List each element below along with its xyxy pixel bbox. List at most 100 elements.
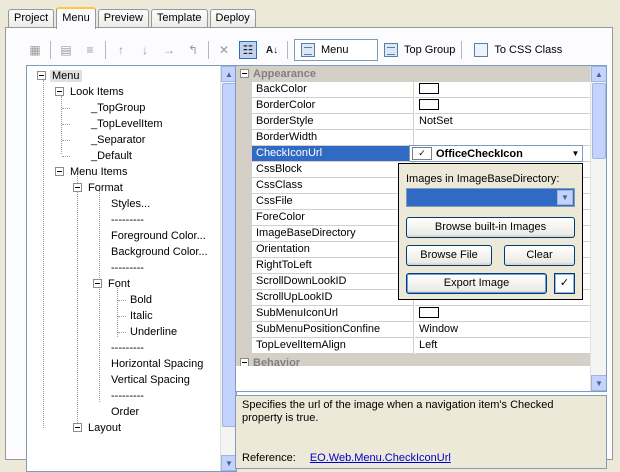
menu-select-button[interactable]: Menu [294, 39, 378, 61]
reference-label: Reference: [242, 452, 296, 464]
tree-node-styles[interactable]: Styles... [109, 196, 152, 212]
tree-node-label: Styles... [111, 198, 151, 210]
clear-button[interactable]: Clear [504, 245, 575, 266]
tree-node-format[interactable]: Format [73, 180, 125, 196]
toolbar-separator [208, 41, 209, 59]
move-up-icon[interactable]: ↑ [112, 41, 130, 59]
scroll-thumb[interactable] [222, 83, 236, 427]
tree-node-label: _TopGroup [91, 102, 146, 114]
top-group-button[interactable]: Top Group [378, 39, 461, 61]
scroll-up-button[interactable]: ▲ [591, 66, 606, 82]
collapse-icon[interactable] [55, 167, 64, 176]
tree-node-menu[interactable]: Menu [37, 68, 82, 84]
to-css-class-button[interactable]: To CSS Class [468, 39, 568, 61]
browse-file-button[interactable]: Browse File [406, 245, 492, 266]
scroll-down-button[interactable]: ▼ [591, 375, 606, 391]
tree-node-top-group[interactable]: _TopGroup [89, 100, 147, 116]
collapse-icon[interactable] [37, 71, 46, 80]
tree-node-horizontal-spacing[interactable]: Horizontal Spacing [109, 356, 205, 372]
property-scrollbar[interactable]: ▲ ▼ [590, 66, 606, 391]
category-behavior[interactable]: Behavior [236, 354, 591, 366]
reference-line: Reference: EO.Web.Menu.CheckIconUrl [242, 452, 451, 464]
property-value[interactable]: Left [415, 338, 591, 354]
tree-scrollbar[interactable]: ▲ ▼ [220, 66, 236, 471]
image-directory-select[interactable]: ▼ [406, 188, 575, 207]
new-item-icon[interactable]: ▦ [26, 41, 44, 59]
outdent-icon[interactable]: ↰ [184, 41, 202, 59]
menu-tree[interactable]: Menu Look Items _TopGroup _TopLevelItem … [26, 65, 237, 472]
property-row[interactable]: BorderStyle NotSet [236, 114, 591, 130]
dropdown-arrow-icon[interactable]: ▼ [569, 147, 582, 160]
tree-node-top-level-item[interactable]: _TopLevelItem [89, 116, 165, 132]
tree-node-separator-line[interactable]: --------- [109, 340, 146, 356]
property-row[interactable]: BorderWidth [236, 130, 591, 146]
tree-node-font[interactable]: Font [93, 276, 132, 292]
collapse-icon[interactable] [93, 279, 102, 288]
indent-icon[interactable]: → [160, 41, 178, 59]
tree-node-label: --------- [111, 262, 144, 274]
collapse-icon[interactable] [240, 358, 249, 366]
tree-node-bold[interactable]: Bold [128, 292, 154, 308]
tree-node-underline[interactable]: Underline [128, 324, 179, 340]
property-value[interactable]: NotSet [415, 114, 591, 130]
tree-node-default[interactable]: _Default [89, 148, 134, 164]
tab-menu[interactable]: Menu [56, 7, 96, 29]
property-value[interactable] [415, 306, 591, 322]
tree-node-label: Menu Items [70, 166, 128, 178]
tree-node-order[interactable]: Order [109, 404, 141, 420]
tree-node-italic[interactable]: Italic [128, 308, 155, 324]
property-row[interactable]: TopLevelItemAlign Left [236, 338, 591, 354]
delete-icon[interactable]: ✕ [215, 41, 233, 59]
toolbar: ▦ ▤ ≡ ↑ ↓ → ↰ ✕ ☷ A↓ Menu Top Group To C… [26, 37, 568, 63]
collapse-icon[interactable] [73, 423, 82, 432]
tab-preview[interactable]: Preview [97, 9, 149, 28]
reference-link[interactable]: EO.Web.Menu.CheckIconUrl [310, 452, 451, 464]
move-down-icon[interactable]: ↓ [136, 41, 154, 59]
property-row[interactable]: BackColor [236, 82, 591, 98]
insert-item-icon[interactable]: ▤ [57, 41, 75, 59]
browse-built-in-images-button[interactable]: Browse built-in Images [406, 217, 575, 238]
tree-node-separator-line[interactable]: --------- [109, 260, 146, 276]
check-icon-url-value[interactable]: OfficeCheckIcon [436, 148, 569, 160]
property-value[interactable] [415, 130, 591, 146]
tree-node-label: Menu [50, 70, 82, 82]
chevron-down-icon[interactable]: ▼ [557, 190, 573, 205]
property-row[interactable]: SubMenuPositionConfine Window [236, 322, 591, 338]
image-picker-popup: Images in ImageBaseDirectory: ▼ Browse b… [398, 163, 583, 300]
ok-check-button[interactable]: ✓ [554, 273, 575, 294]
tree-node-layout[interactable]: Layout [73, 420, 123, 436]
tree-node-label: --------- [111, 342, 144, 354]
tree-node-separator-line[interactable]: --------- [109, 212, 146, 228]
categorized-view-icon[interactable]: ☷ [239, 41, 257, 59]
tree-node-label: Format [88, 182, 123, 194]
scroll-thumb[interactable] [592, 83, 606, 159]
tab-project[interactable]: Project [8, 9, 55, 28]
check-icon-url-editor[interactable]: ✓ OfficeCheckIcon ▼ [409, 145, 583, 162]
category-appearance[interactable]: Appearance [236, 66, 591, 82]
top-group-label: Top Group [404, 44, 456, 56]
collapse-icon[interactable] [240, 69, 249, 78]
tree-node-vertical-spacing[interactable]: Vertical Spacing [109, 372, 192, 388]
tab-template[interactable]: Template [150, 9, 208, 28]
tree-node-look-items[interactable]: Look Items [55, 84, 126, 100]
tree-line [118, 300, 126, 301]
sort-alphabetical-icon[interactable]: A↓ [263, 41, 281, 59]
insert-separator-icon[interactable]: ≡ [81, 41, 99, 59]
property-row[interactable]: BorderColor [236, 98, 591, 114]
tree-node-separator-line[interactable]: --------- [109, 388, 146, 404]
tree-node-background-color[interactable]: Background Color... [109, 244, 210, 260]
property-name: CssClass [236, 178, 414, 194]
collapse-icon[interactable] [73, 183, 82, 192]
property-row[interactable]: SubMenuIconUrl [236, 306, 591, 322]
tab-deploy[interactable]: Deploy [209, 9, 256, 28]
tree-node-label: Bold [130, 294, 153, 306]
tree-node-separator[interactable]: _Separator [89, 132, 147, 148]
property-value[interactable] [415, 98, 591, 114]
tree-node-menu-items[interactable]: Menu Items [55, 164, 129, 180]
property-value[interactable]: Window [415, 322, 591, 338]
property-value[interactable] [415, 82, 591, 98]
collapse-icon[interactable] [55, 87, 64, 96]
export-image-button[interactable]: Export Image [406, 273, 547, 294]
tree-line [62, 108, 70, 109]
tree-node-foreground-color[interactable]: Foreground Color... [109, 228, 208, 244]
